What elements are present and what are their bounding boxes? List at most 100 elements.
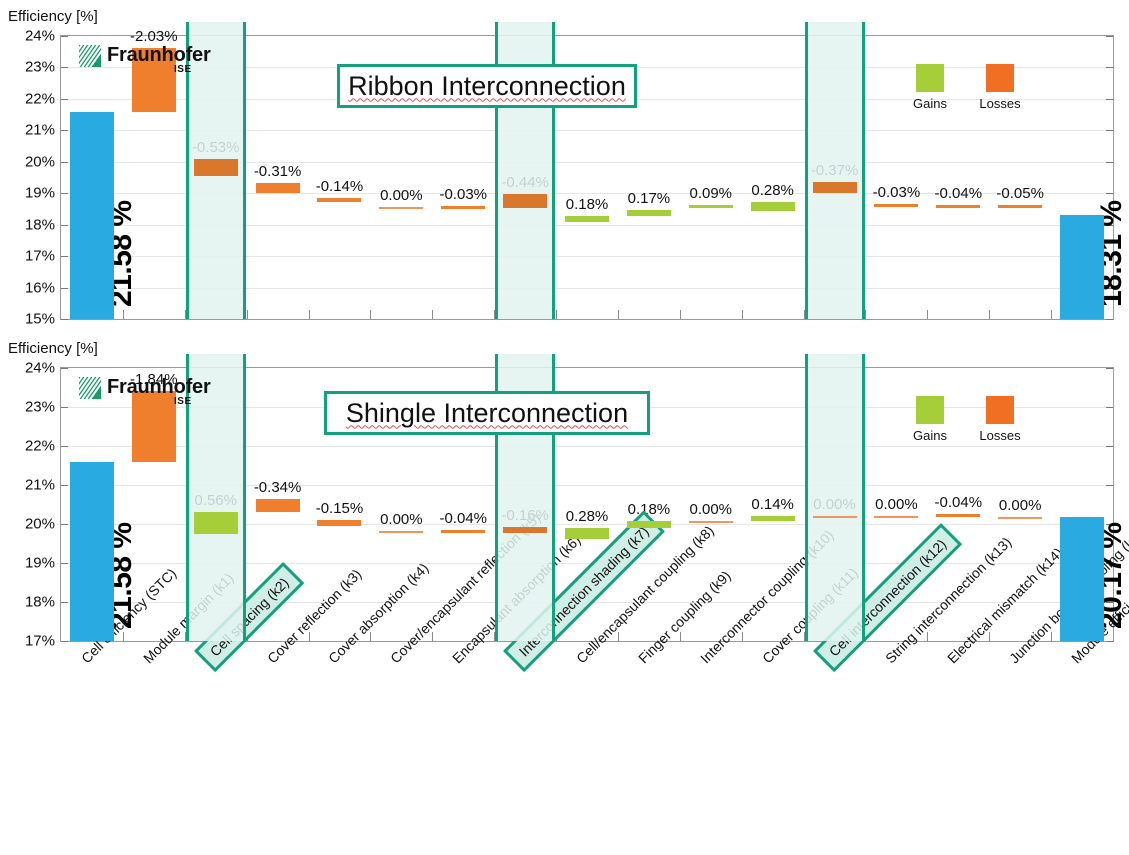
- x-tick-mark: [432, 310, 434, 319]
- y-tick-mark: [1106, 161, 1113, 163]
- x-tick-mark: [617, 632, 619, 641]
- bar-loss: [441, 205, 486, 209]
- bar-total: [69, 112, 114, 319]
- x-tick-mark: [1051, 310, 1053, 319]
- y-tick-label: 24%: [24, 359, 55, 377]
- highlight-column-cell-interconnection-k12: [804, 354, 865, 641]
- x-tick-mark: [617, 310, 619, 319]
- y-tick-label: 23%: [24, 398, 55, 416]
- y-tick-mark: [61, 563, 68, 564]
- bar-loss: [812, 181, 857, 194]
- bar-gain: [750, 515, 795, 522]
- bar-value-label: 0.28%: [565, 508, 609, 526]
- x-tick-mark: [679, 310, 681, 319]
- bar-value-label: 0.00%: [380, 186, 423, 204]
- y-tick-mark: [1106, 485, 1113, 486]
- y-tick-label: 16%: [24, 279, 55, 297]
- bar-zero: [812, 515, 857, 518]
- bar-value-label: 0.28%: [751, 182, 794, 200]
- y-tick-mark: [61, 256, 68, 258]
- bar-value-label: -0.03%: [872, 183, 921, 201]
- y-tick-label: 22%: [24, 90, 55, 108]
- y-tick-label: 18%: [24, 216, 55, 234]
- bar-loss: [936, 514, 981, 518]
- bar-value-label: -0.15%: [315, 499, 364, 517]
- bar-loss: [503, 526, 548, 533]
- bar-zero: [998, 517, 1043, 520]
- bar-value-label: 0.00%: [689, 501, 733, 519]
- fraunhofer-mark-icon: [79, 377, 101, 399]
- y-tick-mark: [1106, 193, 1113, 195]
- chart-ribbon-interconnection: 15% 16% 17% 18% 19% 20% 21% 22% 23% 24% 21.58 % -2.…: [25, 22, 1128, 328]
- bar-total: [1060, 517, 1105, 641]
- fraunhofer-institute-label: ISE: [174, 396, 192, 407]
- bar-zero: [688, 521, 733, 524]
- bar-gain: [565, 528, 609, 540]
- bar-loss: [255, 182, 300, 193]
- y-tick-label: 19%: [24, 184, 55, 202]
- fraunhofer-wordmark: Fraunhofer: [107, 376, 211, 398]
- x-tick-mark: [741, 310, 743, 319]
- bar-value-label: 0.09%: [689, 184, 733, 202]
- x-tick-mark: [370, 632, 372, 641]
- bar-value-label: -0.05%: [996, 185, 1044, 203]
- highlight-column-cell-interconnection-k12: [804, 22, 865, 319]
- y-tick-mark: [61, 36, 68, 37]
- legend-label-gains: Gains: [913, 96, 947, 111]
- y-tick-mark: [1106, 407, 1113, 408]
- y-tick-label: 23%: [24, 58, 55, 76]
- legend-swatch-gains: [916, 396, 944, 424]
- x-tick-mark: [865, 310, 867, 319]
- x-tick-mark: [927, 632, 929, 641]
- legend-label-gains: Gains: [913, 428, 947, 443]
- bar-value-label: -0.04%: [934, 184, 983, 202]
- y-tick-mark: [61, 641, 68, 642]
- fraunhofer-logo: Fraunhofer ISE: [79, 44, 211, 75]
- bar-gain: [750, 202, 795, 211]
- axis-title-top: Efficiency [%]: [8, 8, 98, 25]
- x-tick-mark: [308, 632, 310, 641]
- y-tick-label: 21%: [24, 476, 55, 494]
- x-tick-mark: [122, 310, 124, 319]
- y-tick-mark: [1106, 67, 1113, 69]
- x-tick-mark: [989, 310, 991, 319]
- fraunhofer-logo: Fraunhofer ISE: [79, 376, 211, 407]
- y-tick-mark: [1106, 130, 1113, 132]
- bar-value-label: -0.04%: [439, 509, 487, 527]
- legend-label-losses: Losses: [979, 96, 1021, 111]
- bar-value-label: 0.14%: [751, 495, 794, 513]
- legend-swatch-losses: [986, 64, 1014, 92]
- bar-total: [69, 462, 114, 641]
- x-tick-mark: [1051, 632, 1053, 641]
- y-tick-label: 20%: [24, 515, 55, 533]
- y-tick-mark: [61, 485, 68, 486]
- chart-title: Shingle Interconnection: [345, 397, 629, 428]
- legend-swatch-losses: [986, 396, 1014, 424]
- x-tick-mark: [308, 310, 310, 319]
- y-tick-label: 18%: [24, 593, 55, 611]
- y-tick-mark: [1106, 319, 1113, 320]
- y-tick-mark: [61, 319, 68, 320]
- bar-loss: [193, 159, 238, 176]
- axis-title-bottom: Efficiency [%]: [8, 340, 98, 357]
- y-tick-label: 22%: [24, 437, 55, 455]
- bar-loss: [131, 390, 176, 463]
- fraunhofer-wordmark: Fraunhofer: [107, 44, 211, 66]
- x-axis-labels: Cell efficiency (STC)Module margin (k1)C…: [0, 510, 1129, 855]
- x-tick-mark: [741, 632, 743, 641]
- bar-value-label: 0.00%: [998, 497, 1042, 515]
- bar-loss: [441, 529, 486, 533]
- x-tick-mark: [370, 310, 372, 319]
- y-tick-label: 15%: [24, 310, 55, 328]
- fraunhofer-mark-icon: [79, 45, 101, 67]
- bar-loss: [317, 197, 362, 203]
- chart-title-box: Shingle Interconnection: [324, 391, 650, 435]
- bar-value-label: -0.31%: [253, 162, 302, 180]
- bar-zero: [379, 206, 424, 209]
- bar-value-label: -0.03%: [439, 185, 487, 203]
- y-tick-label: 19%: [24, 554, 55, 572]
- y-tick-mark: [61, 224, 68, 226]
- x-tick-mark: [927, 310, 929, 319]
- bar-loss: [936, 204, 981, 208]
- y-tick-mark: [61, 446, 68, 447]
